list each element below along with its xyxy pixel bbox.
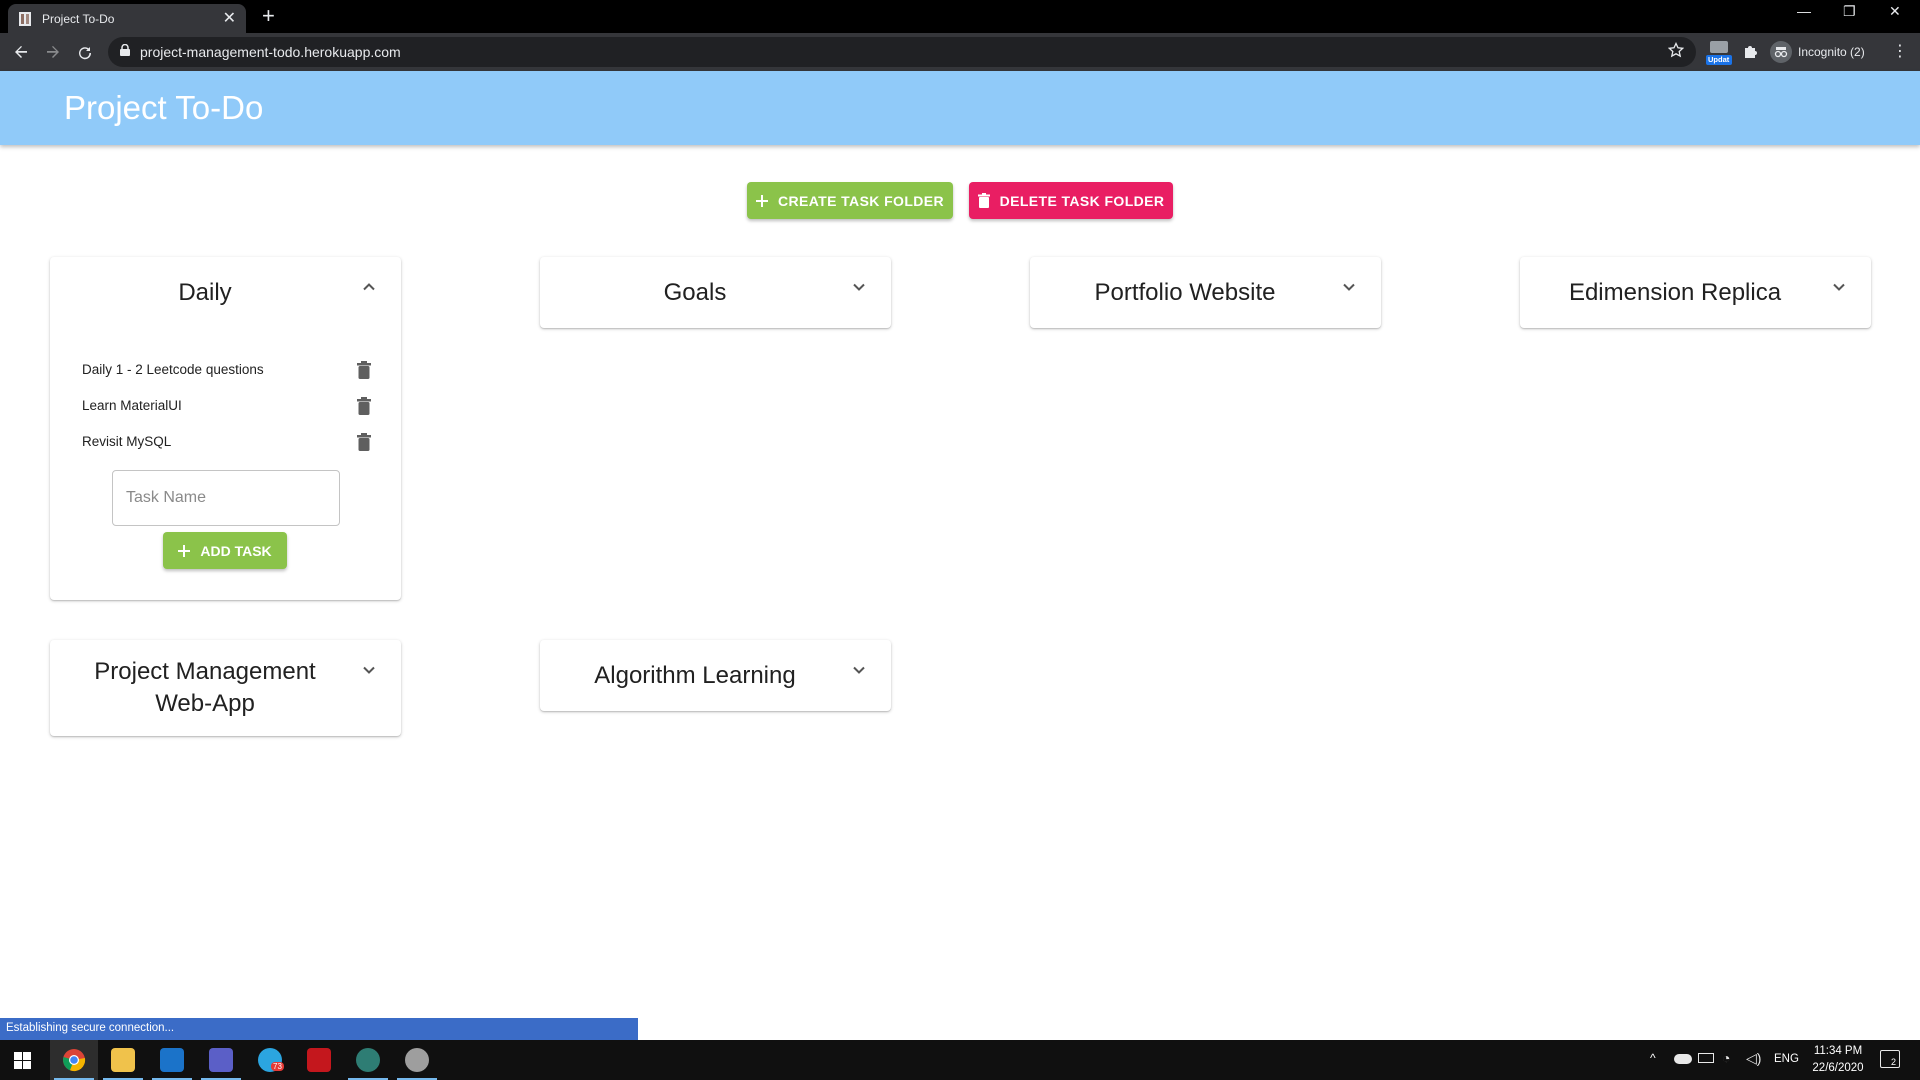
address-bar[interactable]: project-management-todo.herokuapp.com [108, 37, 1696, 67]
telegram-icon[interactable]: 73 [258, 1048, 284, 1072]
chevron-down-icon[interactable] [1341, 279, 1357, 295]
extension-icon[interactable]: Updat [1706, 37, 1732, 67]
folder-card-goals[interactable]: Goals [540, 257, 891, 328]
delete-task-icon[interactable] [356, 360, 372, 380]
delete-task-folder-button[interactable]: DELETE TASK FOLDER [969, 182, 1173, 219]
task-item: Daily 1 - 2 Leetcode questions [82, 360, 372, 380]
incognito-profile-button[interactable]: Incognito (2) [1770, 39, 1865, 65]
notifications-icon[interactable]: 2 [1880, 1050, 1900, 1068]
close-window-icon[interactable]: ✕ [1889, 3, 1901, 20]
folder-title: Project Management Web-App [94, 658, 316, 717]
folder-title: Edimension Replica [1568, 279, 1782, 306]
browser-status-text: Establishing secure connection... [0, 1018, 638, 1040]
profile-label: Incognito (2) [1798, 45, 1865, 59]
url-text: project-management-todo.herokuapp.com [140, 44, 401, 60]
tab-favicon-icon [18, 11, 32, 27]
folder-title: Daily [178, 279, 232, 306]
file-explorer-icon[interactable] [111, 1048, 135, 1072]
browser-menu-icon[interactable]: ⋮ [1892, 41, 1908, 61]
plus-icon [178, 544, 191, 557]
task-name-input[interactable] [112, 470, 340, 526]
restore-icon[interactable]: ❐ [1843, 3, 1856, 20]
folder-card-algorithm-learning[interactable]: Algorithm Learning [540, 640, 891, 711]
folder-card-daily: Daily Daily 1 - 2 Leetcode questions Lea… [50, 257, 401, 600]
app-header: Project To-Do [0, 71, 1920, 145]
create-task-folder-button[interactable]: CREATE TASK FOLDER [747, 182, 953, 219]
add-task-label: ADD TASK [200, 542, 272, 559]
task-label: Daily 1 - 2 Leetcode questions [82, 362, 264, 377]
windows-start-icon[interactable] [14, 1052, 31, 1074]
gitkraken-icon[interactable] [356, 1048, 380, 1072]
notification-count: 2 [1891, 1057, 1897, 1067]
delete-task-folder-label: DELETE TASK FOLDER [999, 192, 1165, 209]
plus-icon [755, 194, 768, 207]
back-icon[interactable] [10, 41, 32, 63]
minimize-icon[interactable]: — [1797, 3, 1811, 19]
folder-card-project-management-web-app[interactable]: Project Management Web-App [50, 640, 401, 736]
task-item: Revisit MySQL [82, 432, 372, 452]
teams-icon[interactable] [209, 1048, 233, 1072]
mail-icon[interactable] [160, 1048, 184, 1072]
task-label: Learn MaterialUI [82, 398, 182, 413]
chevron-down-icon[interactable] [1831, 279, 1847, 295]
task-label: Revisit MySQL [82, 434, 172, 449]
chevron-down-icon[interactable] [361, 662, 377, 678]
trash-icon [977, 193, 990, 208]
app-title: Project To-Do [64, 89, 264, 126]
lock-icon [120, 43, 130, 61]
pdf-reader-icon[interactable] [307, 1048, 331, 1072]
paint-icon[interactable] [405, 1048, 429, 1072]
extension-badge: Updat [1708, 55, 1730, 64]
onedrive-icon[interactable] [1674, 1054, 1692, 1064]
battery-icon[interactable] [1698, 1053, 1714, 1063]
delete-task-icon[interactable] [356, 432, 372, 452]
forward-icon[interactable] [42, 41, 64, 63]
clock-time[interactable]: 11:34 PM [1813, 1045, 1863, 1057]
folder-title: Algorithm Learning [594, 662, 796, 689]
folder-card-portfolio-website[interactable]: Portfolio Website [1030, 257, 1381, 328]
bookmark-star-icon[interactable] [1667, 41, 1685, 63]
browser-toolbar: project-management-todo.herokuapp.com Up… [0, 33, 1920, 71]
tab-title: Project To-Do [42, 11, 115, 26]
chrome-icon[interactable] [62, 1048, 86, 1072]
folder-title: Goals [663, 279, 727, 306]
telegram-badge: 73 [271, 1062, 284, 1071]
folder-card-edimension-replica[interactable]: Edimension Replica [1520, 257, 1871, 328]
wifi-icon[interactable]: ◔ [1722, 1050, 1730, 1066]
create-task-folder-label: CREATE TASK FOLDER [777, 192, 945, 209]
folder-title: Portfolio Website [1094, 279, 1276, 306]
add-task-button[interactable]: ADD TASK [163, 532, 287, 569]
tab-close-icon[interactable]: ✕ [223, 10, 236, 27]
browser-tab[interactable]: Project To-Do ✕ [8, 4, 246, 33]
reload-icon[interactable] [74, 41, 96, 63]
extensions-puzzle-icon[interactable] [1742, 43, 1760, 66]
incognito-icon [1770, 41, 1792, 63]
windows-taskbar: 73 ^ ◔ ◁) ENG 11:34 PM 22/6/2020 2 [0, 1040, 1920, 1080]
language-indicator[interactable]: ENG [1774, 1053, 1799, 1065]
browser-tab-strip: Project To-Do ✕ + — ❐ ✕ [0, 0, 1920, 33]
chevron-down-icon[interactable] [851, 279, 867, 295]
delete-task-icon[interactable] [356, 396, 372, 416]
volume-icon[interactable]: ◁) [1746, 1050, 1761, 1067]
show-hidden-icons-icon[interactable]: ^ [1650, 1051, 1656, 1065]
new-tab-icon[interactable]: + [262, 5, 275, 27]
chevron-down-icon[interactable] [851, 662, 867, 678]
task-item: Learn MaterialUI [82, 396, 372, 416]
chevron-up-icon[interactable] [361, 279, 377, 295]
clock-date[interactable]: 22/6/2020 [1808, 1062, 1868, 1074]
